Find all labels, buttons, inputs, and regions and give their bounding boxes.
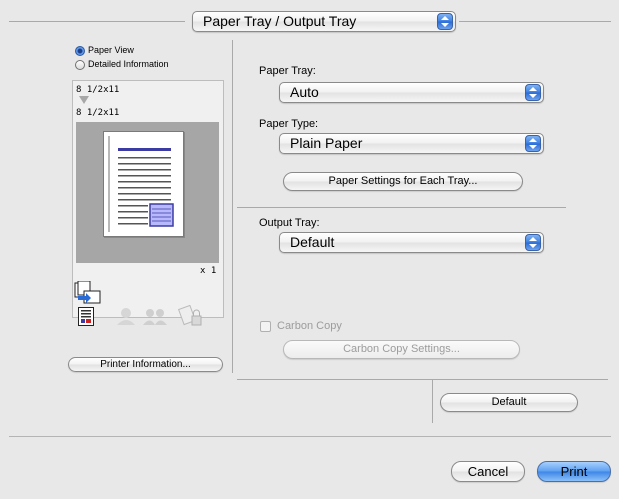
popup-arrows-icon xyxy=(525,84,541,101)
output-tray-select[interactable]: Default xyxy=(279,232,544,253)
paper-type-value: Plain Paper xyxy=(290,135,363,151)
source-size-text: 8 1/2x11 xyxy=(76,85,120,95)
header-divider-left xyxy=(9,21,185,22)
popup-arrows-icon xyxy=(525,234,541,251)
header-divider-right xyxy=(459,21,611,22)
paper-type-select[interactable]: Plain Paper xyxy=(279,133,544,154)
users-icon xyxy=(143,309,167,325)
output-tray-value: Default xyxy=(290,234,335,250)
carbon-copy-settings-button[interactable]: Carbon Copy Settings... xyxy=(283,340,520,359)
page-content-icon xyxy=(108,136,174,232)
detailed-info-label[interactable]: Detailed Information xyxy=(88,59,169,69)
popup-arrows-icon xyxy=(437,13,453,30)
document-icon xyxy=(78,307,94,326)
detailed-info-radio[interactable] xyxy=(75,60,85,70)
user-icon xyxy=(117,308,135,325)
print-button[interactable]: Print xyxy=(537,461,611,482)
printer-information-button[interactable]: Printer Information... xyxy=(68,357,223,372)
output-size-text: 8 1/2x11 xyxy=(76,108,120,118)
panel-popup-label: Paper Tray / Output Tray xyxy=(203,13,357,29)
carbon-copy-checkbox[interactable] xyxy=(260,321,271,332)
popup-arrows-icon xyxy=(525,135,541,152)
paper-view-radio[interactable] xyxy=(75,46,85,56)
paper-tray-value: Auto xyxy=(290,84,319,100)
paper-type-label: Paper Type: xyxy=(259,118,319,130)
page-thumbnail xyxy=(103,131,184,237)
output-tray-label: Output Tray: xyxy=(259,217,320,229)
cancel-button[interactable]: Cancel xyxy=(451,461,525,482)
footer-divider xyxy=(9,436,611,437)
panel-popup[interactable]: Paper Tray / Output Tray xyxy=(192,11,456,32)
copies-text: x 1 xyxy=(200,266,217,276)
paper-tray-label: Paper Tray: xyxy=(259,65,316,77)
paper-view-label[interactable]: Paper View xyxy=(88,45,134,55)
preview-frame: 8 1/2x11 8 1/2x11 x 1 xyxy=(72,80,224,326)
carbon-copy-label[interactable]: Carbon Copy xyxy=(277,320,342,332)
down-arrow-icon xyxy=(79,96,89,104)
settings-divider xyxy=(237,207,566,208)
default-divider xyxy=(432,379,433,423)
default-button[interactable]: Default xyxy=(440,393,578,412)
paper-settings-button[interactable]: Paper Settings for Each Tray... xyxy=(283,172,523,191)
lock-document-icon xyxy=(177,305,202,326)
lower-divider xyxy=(237,379,608,380)
output-tray-icon xyxy=(74,281,101,304)
paper-tray-select[interactable]: Auto xyxy=(279,82,544,103)
column-divider xyxy=(232,40,233,373)
preview-area xyxy=(76,122,219,263)
